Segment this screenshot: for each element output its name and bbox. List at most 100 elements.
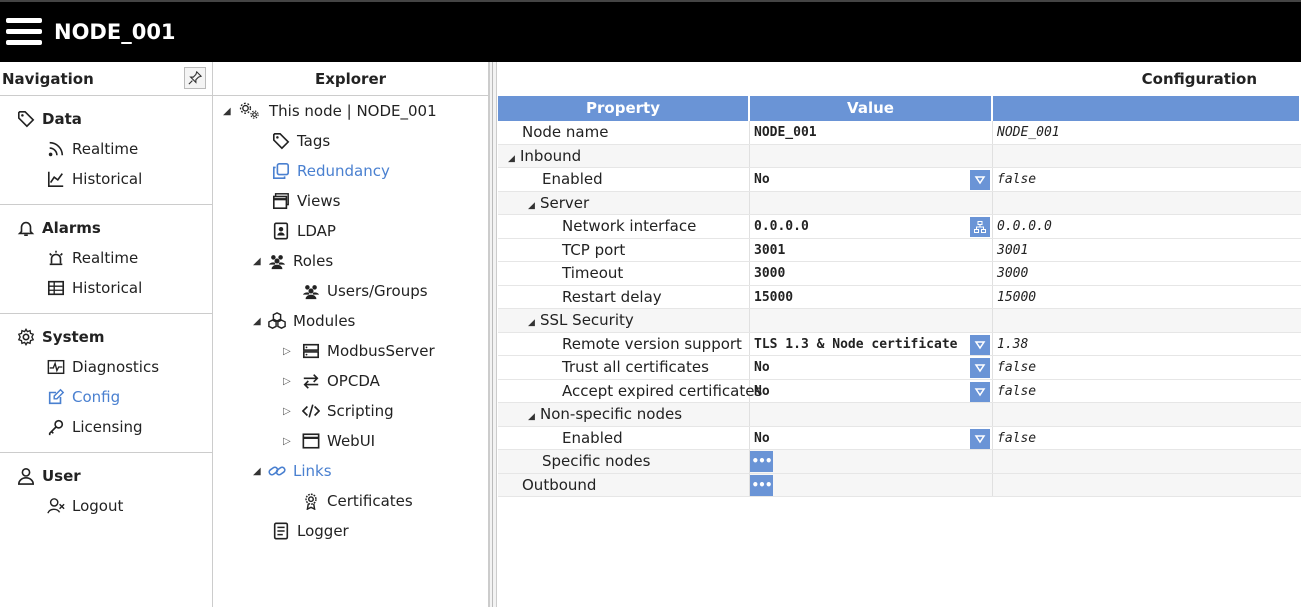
chevron-down-icon [974,387,986,396]
property-label: Restart delay [498,285,750,308]
category-server[interactable]: ◢ Server [498,191,750,214]
property-grid-header: Property Value [498,96,1301,121]
default-value: 3000 [997,266,1029,281]
chevron-down-icon [974,340,986,349]
tree-item-this-node[interactable]: ◢ This node | NODE_001 [223,96,437,126]
tree-item-webui[interactable]: ▷ WebUI [283,426,375,456]
configuration-panel: Configuration Property Value Node name N… [497,62,1301,607]
expand-caret-icon[interactable]: ▷ [283,376,297,387]
value-select[interactable]: No [750,426,993,449]
key-icon [46,417,66,437]
property-label: Outbound [498,473,750,496]
column-header-value[interactable]: Value [750,96,993,121]
expand-caret-icon[interactable]: ▷ [283,406,297,417]
gear-icon [16,327,36,347]
pin-icon [188,71,202,85]
dropdown-button[interactable] [970,381,990,402]
tree-item-users-groups[interactable]: Users/Groups [301,276,428,306]
copy-icon [271,161,291,181]
table-row: Remote version support TLS 1.3 & Node ce… [498,332,1301,356]
window-icon [271,191,291,211]
value-input[interactable]: 3000 [750,262,993,285]
expand-caret-icon[interactable]: ▷ [283,436,297,447]
dropdown-button[interactable] [970,170,990,190]
tree-item-roles[interactable]: ◢ Roles [253,246,333,276]
default-value [993,191,1301,214]
pin-button[interactable] [184,67,206,89]
collapse-caret-icon[interactable]: ◢ [253,316,267,327]
value-input[interactable]: NODE_001 [750,121,993,144]
value-select[interactable]: No [750,356,993,379]
tree-item-redundancy[interactable]: Redundancy [271,156,390,186]
tree-item-tags[interactable]: Tags [271,126,330,156]
property-label: Accept expired certificates [498,379,762,402]
tree-item-scripting[interactable]: ▷ Scripting [283,396,394,426]
tree-item-links[interactable]: ◢ Links [253,456,332,486]
collapse-caret-icon[interactable]: ◢ [223,106,237,117]
browser-icon [301,431,321,451]
tree-item-ldap[interactable]: LDAP [271,216,336,246]
server-icon [301,341,321,361]
expand-caret-icon[interactable]: ▷ [283,346,297,357]
contact-icon [271,221,291,241]
tree-item-logger[interactable]: Logger [271,516,349,546]
value-input[interactable]: 15000 [750,285,993,308]
nav-item-config[interactable]: Config [0,382,212,412]
tag-icon [271,131,291,151]
property-label: Specific nodes [498,450,750,473]
value-input[interactable]: 3001 [750,238,993,261]
explorer-header: Explorer [213,62,488,96]
user-x-icon [46,496,66,516]
collapse-caret-icon[interactable]: ◢ [253,256,267,267]
nav-item-diagnostics[interactable]: Diagnostics [0,352,212,382]
table-row: Node name NODE_001 NODE_001 [498,121,1301,145]
nav-section-user: User Logout [0,453,212,531]
value-select[interactable]: No [750,379,993,402]
users-icon [301,281,321,301]
property-label: Node name [498,121,750,144]
value-cell [750,191,993,214]
default-value: 1.38 [997,336,1029,352]
nav-group-system: System [0,322,212,352]
nav-item-licensing[interactable]: Licensing [0,412,212,442]
category-inbound[interactable]: ◢ Inbound [498,144,750,167]
nav-section-data: Data Realtime Historical [0,96,212,205]
category-non-specific-nodes[interactable]: ◢ Non-specific nodes [498,403,750,426]
nav-item-logout[interactable]: Logout [0,491,212,521]
panel-splitter[interactable] [489,62,497,607]
property-label: Enabled [498,168,750,191]
dropdown-button[interactable] [970,358,990,378]
edit-icon [46,387,66,407]
tree-item-views[interactable]: Views [271,186,340,216]
value-input[interactable]: 0.0.0.0 [750,215,993,238]
tree-item-certificates[interactable]: Certificates [301,486,413,516]
network-picker-button[interactable] [970,217,990,237]
navigation-title: Navigation [2,69,94,88]
chevron-down-icon [974,434,986,443]
ellipsis-button[interactable]: ••• [750,474,773,496]
default-value: false [997,383,1037,399]
nav-item-data-historical[interactable]: Historical [0,164,212,194]
value-select[interactable]: TLS 1.3 & Node certificate [750,332,993,355]
default-value: 3001 [997,242,1029,258]
default-value [993,403,1301,426]
tree-item-opcda[interactable]: ▷ OPCDA [283,366,380,396]
swap-icon [301,371,321,391]
nav-item-alarms-realtime[interactable]: Realtime [0,243,212,273]
certificate-icon [301,491,321,511]
column-header-property[interactable]: Property [498,96,750,121]
nav-section-system: System Diagnostics Config Licensing [0,314,212,453]
nav-group-user: User [0,461,212,491]
hamburger-menu-icon[interactable] [6,18,42,46]
dropdown-button[interactable] [970,428,990,449]
dropdown-button[interactable] [970,334,990,355]
collapse-caret-icon[interactable]: ◢ [253,466,267,477]
tree-item-modules[interactable]: ◢ Modules [253,306,355,336]
nav-item-data-realtime[interactable]: Realtime [0,134,212,164]
default-value: false [997,172,1037,187]
category-ssl-security[interactable]: ◢ SSL Security [498,309,750,332]
nav-item-alarms-historical[interactable]: Historical [0,273,212,303]
ellipsis-button[interactable]: ••• [750,451,773,472]
tree-item-modbusserver[interactable]: ▷ ModbusServer [283,336,435,366]
value-select[interactable]: No [750,168,993,191]
